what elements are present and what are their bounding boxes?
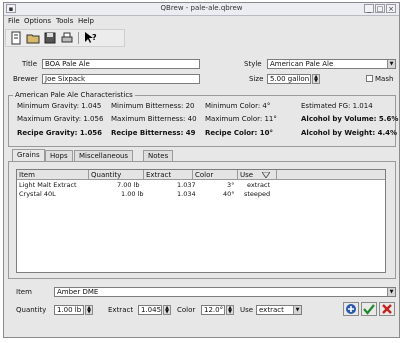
mash-checkbox[interactable] xyxy=(366,75,373,82)
menu-help[interactable]: Help xyxy=(78,17,94,25)
min-color: Minimum Color: 4° xyxy=(205,102,271,110)
column-header-quantity[interactable]: Quantity xyxy=(89,170,144,180)
chevron-down-icon[interactable]: ▼ xyxy=(293,306,301,314)
chevron-down-icon[interactable]: ▼ xyxy=(387,288,395,296)
menu-file[interactable]: File xyxy=(8,17,20,25)
grains-table[interactable]: Item Quantity Extract Color Use Light Ma… xyxy=(16,169,386,273)
column-header-color[interactable]: Color xyxy=(193,170,238,180)
brewer-input[interactable]: Joe Sixpack xyxy=(42,74,200,84)
mash-label: Mash xyxy=(375,75,394,83)
row-item: Crystal 40L xyxy=(19,190,56,198)
max-bitterness: Maximum Bitterness: 40 xyxy=(111,115,197,123)
add-arrow-icon xyxy=(346,304,356,314)
tab-notes[interactable]: Notes xyxy=(143,150,174,161)
min-gravity: Minimum Gravity: 1.045 xyxy=(17,102,102,110)
tab-miscellaneous[interactable]: Miscellaneous xyxy=(74,150,134,161)
checkmark-icon xyxy=(363,304,375,315)
row-use: steeped xyxy=(244,190,271,198)
characteristics-group: American Pale Ale Characteristics Minimu… xyxy=(8,91,399,147)
size-label: Size xyxy=(249,75,264,83)
open-folder-icon[interactable] xyxy=(26,31,40,45)
new-recipe-icon[interactable] xyxy=(9,31,23,45)
title-label: Title xyxy=(22,60,38,68)
extract-spinner[interactable]: ▲ ▼ xyxy=(163,305,171,315)
toolbar: ? xyxy=(5,29,125,47)
row-color: 40° xyxy=(223,190,235,198)
column-header-item[interactable]: Item xyxy=(17,170,89,180)
column-header-filler xyxy=(277,170,385,180)
remove-x-icon xyxy=(382,304,392,314)
recipe-color: Recipe Color: 10° xyxy=(205,129,273,137)
toolbar-separator xyxy=(78,32,79,44)
alcohol-by-volume: Alcohol by Volume: 5.6% xyxy=(301,115,399,123)
window-title: QBrew - pale-ale.qbrew xyxy=(160,4,243,12)
column-header-extract[interactable]: Extract xyxy=(144,170,193,180)
row-quantity: 7.00 lb xyxy=(117,181,140,189)
quantity-spinner[interactable]: ▲ ▼ xyxy=(85,305,93,315)
save-icon[interactable] xyxy=(43,31,57,45)
sort-arrow-icon xyxy=(262,172,270,178)
tab-grains[interactable]: Grains xyxy=(12,149,45,161)
row-quantity: 1.00 lb xyxy=(121,190,144,198)
column-header-use-label: Use xyxy=(240,171,254,179)
alcohol-by-weight: Alcohol by Weight: 4.4% xyxy=(301,129,398,137)
recipe-bitterness: Recipe Bitterness: 49 xyxy=(111,129,196,137)
app-window: ▪ QBrew - pale-ale.qbrew _ □ × File Opti… xyxy=(3,2,400,338)
use-select[interactable]: extract ▼ xyxy=(256,305,302,315)
title-bar: ▪ QBrew - pale-ale.qbrew _ □ × xyxy=(4,3,399,16)
use-label: Use xyxy=(240,306,254,314)
quantity-label: Quantity xyxy=(16,306,47,314)
size-spinner[interactable]: ▲ ▼ xyxy=(312,74,320,84)
use-value: extract xyxy=(259,306,284,314)
recipe-gravity: Recipe Gravity: 1.056 xyxy=(17,129,103,137)
column-header-use[interactable]: Use xyxy=(238,170,277,180)
style-value: American Pale Ale xyxy=(270,60,334,68)
max-color: Maximum Color: 11° xyxy=(205,115,277,123)
style-label: Style xyxy=(244,60,262,68)
size-input[interactable]: 5.00 gallon xyxy=(267,74,311,84)
maximize-button[interactable]: □ xyxy=(375,4,385,13)
style-select[interactable]: American Pale Ale ▼ xyxy=(267,59,396,69)
row-extract: 1.034 xyxy=(177,190,196,198)
row-use: extract xyxy=(247,181,271,189)
menu-options[interactable]: Options xyxy=(24,17,51,25)
color-spinner[interactable]: ▲ ▼ xyxy=(226,305,234,315)
close-window-button[interactable]: × xyxy=(386,4,396,13)
color-input[interactable]: 12.0° xyxy=(201,305,225,315)
item-select[interactable]: Amber DME ▼ xyxy=(54,287,396,297)
print-icon[interactable] xyxy=(60,31,74,45)
apply-button[interactable] xyxy=(361,302,377,316)
extract-label: Extract xyxy=(108,306,134,314)
tab-hops[interactable]: Hops xyxy=(45,150,73,161)
row-color: 3° xyxy=(227,181,235,189)
color-label: Color xyxy=(177,306,196,314)
chevron-down-icon[interactable]: ▼ xyxy=(387,60,395,68)
item-label: Item xyxy=(16,288,32,296)
brewer-label: Brewer xyxy=(13,75,38,83)
row-item: Light Malt Extract xyxy=(19,181,77,189)
minimize-button[interactable]: _ xyxy=(364,4,374,13)
title-input[interactable]: BOA Pale Ale xyxy=(42,59,200,69)
whats-this-icon[interactable]: ? xyxy=(83,31,97,45)
characteristics-title: American Pale Ale Characteristics xyxy=(13,91,135,99)
extract-input[interactable]: 1.045 xyxy=(138,305,162,315)
max-gravity: Maximum Gravity: 1.056 xyxy=(17,115,104,123)
add-button[interactable] xyxy=(343,302,359,316)
menu-bar: File Options Tools Help xyxy=(4,16,399,27)
menu-tools[interactable]: Tools xyxy=(56,17,73,25)
estimated-fg: Estimated FG: 1.014 xyxy=(301,102,373,110)
svg-text:?: ? xyxy=(92,33,97,42)
row-extract: 1.037 xyxy=(177,181,196,189)
min-bitterness: Minimum Bitterness: 20 xyxy=(111,102,195,110)
remove-button[interactable] xyxy=(379,302,395,316)
item-value: Amber DME xyxy=(57,288,99,296)
quantity-input[interactable]: 1.00 lb xyxy=(54,305,84,315)
